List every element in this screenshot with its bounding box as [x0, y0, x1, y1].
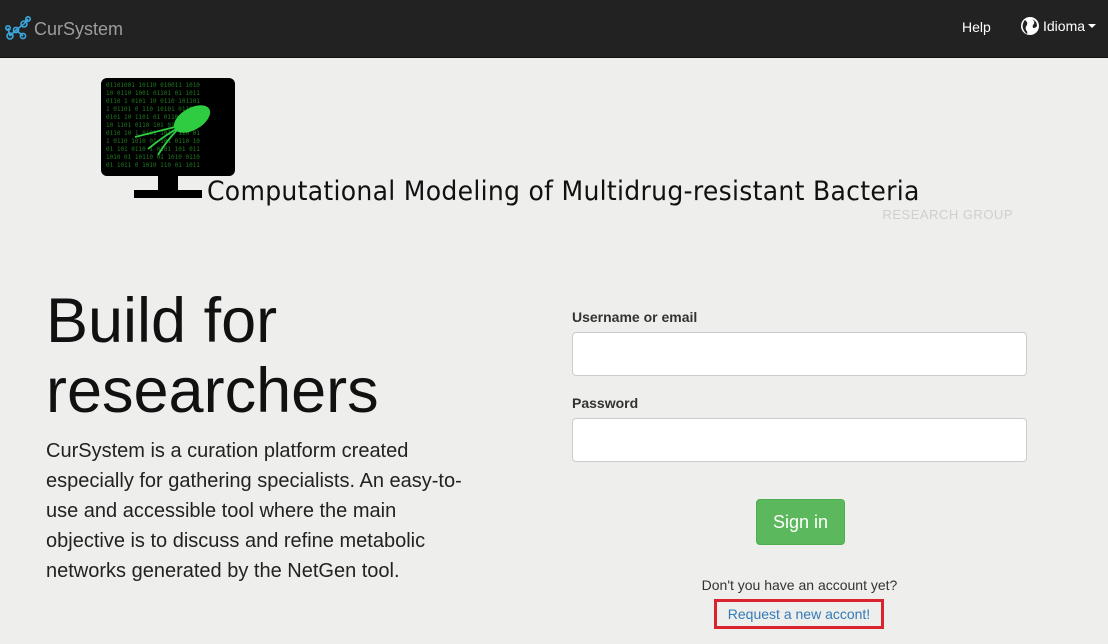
- no-account-text: Don't you have an account yet?: [701, 577, 898, 593]
- request-account-highlight: Request a new accont!: [714, 599, 884, 629]
- svg-text:01101001 10110 010011 1010: 01101001 10110 010011 1010: [106, 82, 200, 89]
- brand-name: CurSystem: [34, 18, 124, 39]
- username-input[interactable]: [572, 332, 1027, 376]
- language-label: Idioma: [1043, 18, 1086, 34]
- top-navbar: CurSystem Help Idioma: [0, 0, 1108, 58]
- language-dropdown[interactable]: Idioma: [1020, 16, 1097, 36]
- sign-in-button[interactable]: Sign in: [756, 499, 845, 545]
- svg-text:01 101 0110 1 0101 101 011: 01 101 0110 1 0101 101 011: [106, 146, 200, 153]
- svg-text:10 0110 1001 01101 01 1011: 10 0110 1001 01101 01 1011: [106, 90, 200, 97]
- caret-down-icon: [1088, 24, 1097, 28]
- password-label: Password: [572, 395, 639, 411]
- svg-text:0110 1 0101 10 0110 101101: 0110 1 0101 10 0110 101101: [106, 98, 200, 105]
- banner-title: Computational Modeling of Multidrug-resi…: [207, 176, 920, 207]
- username-label: Username or email: [572, 309, 698, 325]
- hero-description: CurSystem is a curation platform created…: [46, 440, 462, 582]
- banner-subtitle: RESEARCH GROUP: [882, 207, 1013, 222]
- network-nodes-icon: [4, 15, 31, 40]
- hero-title: Build for researchers: [46, 286, 379, 426]
- request-account-link[interactable]: Request a new accont!: [728, 606, 870, 622]
- help-link[interactable]: Help: [962, 19, 991, 35]
- password-input[interactable]: [572, 418, 1027, 462]
- globe-icon: [1021, 17, 1039, 35]
- svg-text:1010 01 10110 01 1010 0110: 1010 01 10110 01 1010 0110: [106, 154, 200, 161]
- svg-text:01 1011 0 1010 110 01 1011: 01 1011 0 1010 110 01 1011: [106, 162, 200, 169]
- brand-link[interactable]: CurSystem: [4, 14, 123, 44]
